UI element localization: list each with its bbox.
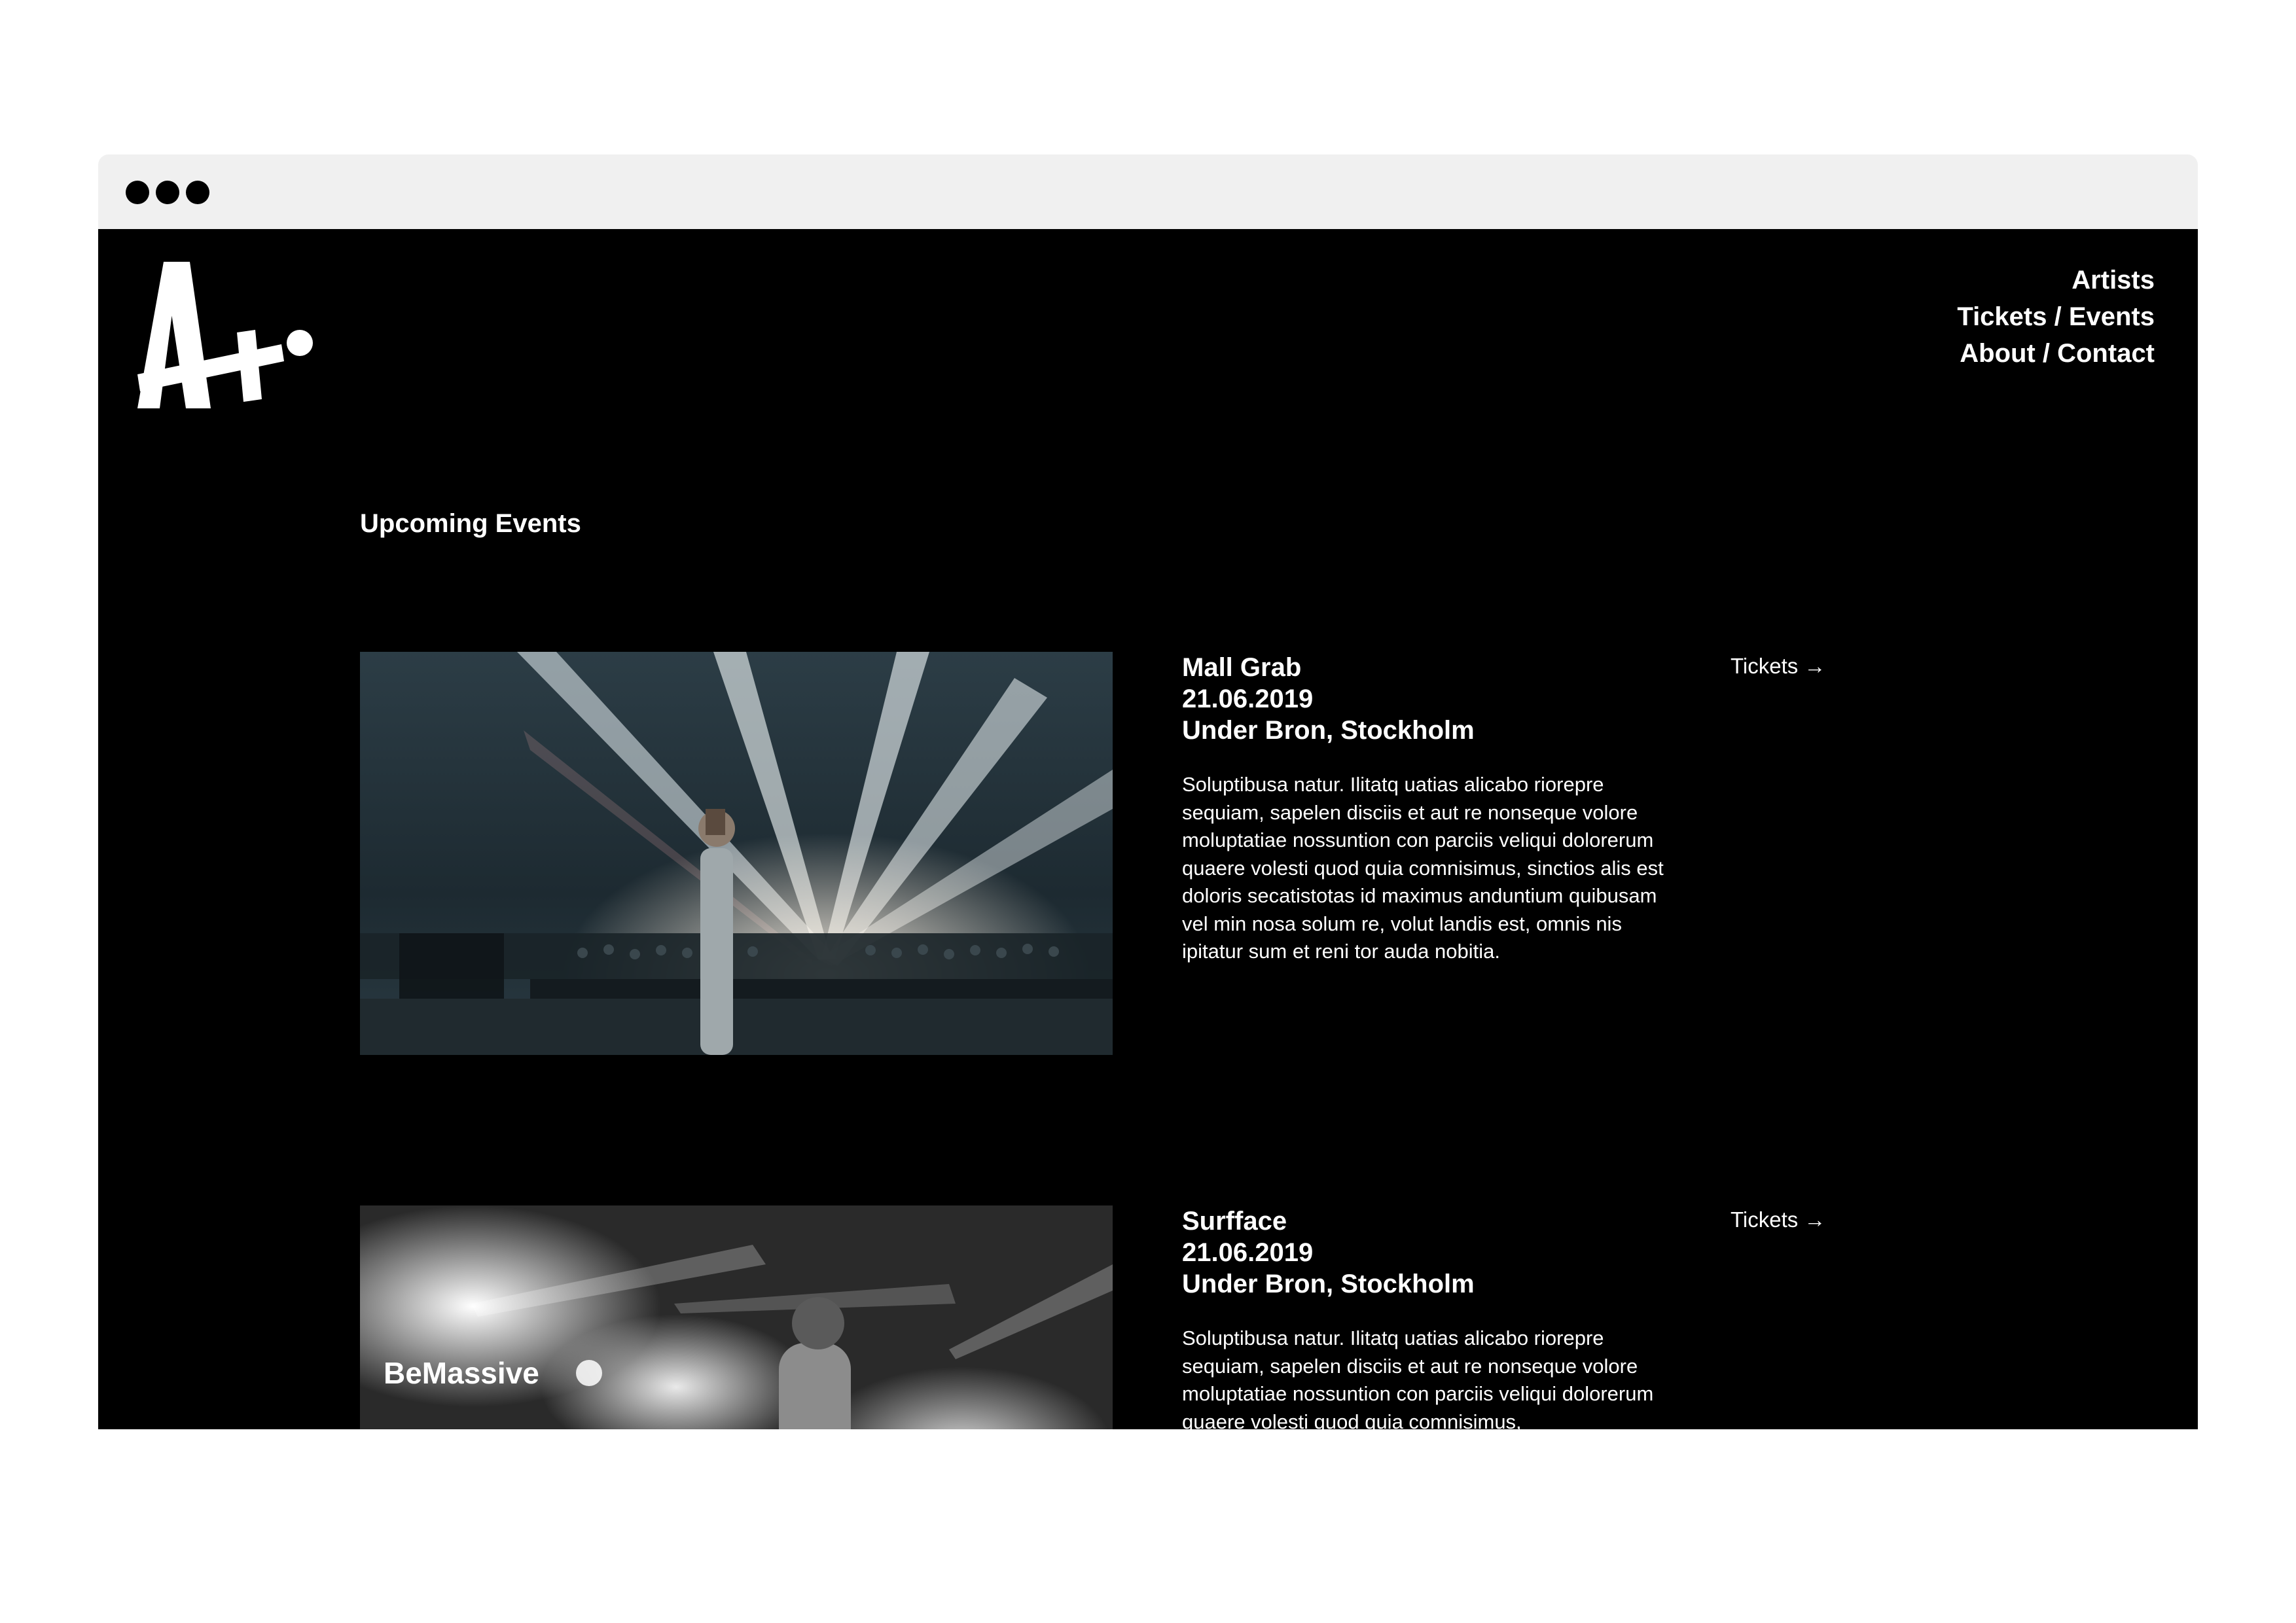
event-card: Mall Grab 21.06.2019 Under Bron, Stockho… [360,652,1931,1058]
nav-artists[interactable]: Artists [1957,262,2155,298]
brand-logo[interactable] [137,262,327,419]
browser-window: Artists Tickets / Events About / Contact… [98,154,2198,1429]
nav-about-contact[interactable]: About / Contact [1957,335,2155,372]
window-dot-icon[interactable] [156,181,179,204]
event-photo-logo-text: BeMassive [384,1356,539,1390]
window-dot-icon[interactable] [186,181,209,204]
event-info: Surfface 21.06.2019 Under Bron, Stockhol… [1182,1205,1679,1429]
event-venue: Under Bron, Stockholm [1182,1270,1475,1298]
event-date: 21.06.2019 [1182,1238,1314,1267]
event-date: 21.06.2019 [1182,685,1314,713]
event-artist[interactable]: Surfface [1182,1205,1679,1237]
event-photo[interactable] [360,652,1113,1055]
event-venue: Under Bron, Stockholm [1182,716,1475,745]
logo-icon [137,262,313,408]
main-nav: Artists Tickets / Events About / Contact [1957,262,2155,372]
event-description: Soluptibusa natur. Ilitatq uatias alicab… [1182,1327,1654,1429]
event-info: Mall Grab 21.06.2019 Under Bron, Stockho… [1182,652,1679,966]
svg-text:BeMassive: BeMassive [384,1356,539,1390]
tickets-link[interactable]: Tickets → [1731,1205,1825,1234]
event-artist[interactable]: Mall Grab [1182,652,1679,683]
page-title: Upcoming Events [360,509,581,538]
event-photo[interactable]: BeMassive [360,1205,1113,1429]
window-dot-icon[interactable] [126,181,149,204]
event-description: Soluptibusa natur. Ilitatq uatias alicab… [1182,773,1664,963]
page-viewport: Artists Tickets / Events About / Contact… [98,229,2198,1429]
browser-titlebar [98,154,2198,229]
tickets-link[interactable]: Tickets → [1731,652,1825,681]
event-card: BeMassive Surfface 21.06.2019 Under Bron… [360,1205,1931,1429]
nav-tickets-events[interactable]: Tickets / Events [1957,298,2155,335]
